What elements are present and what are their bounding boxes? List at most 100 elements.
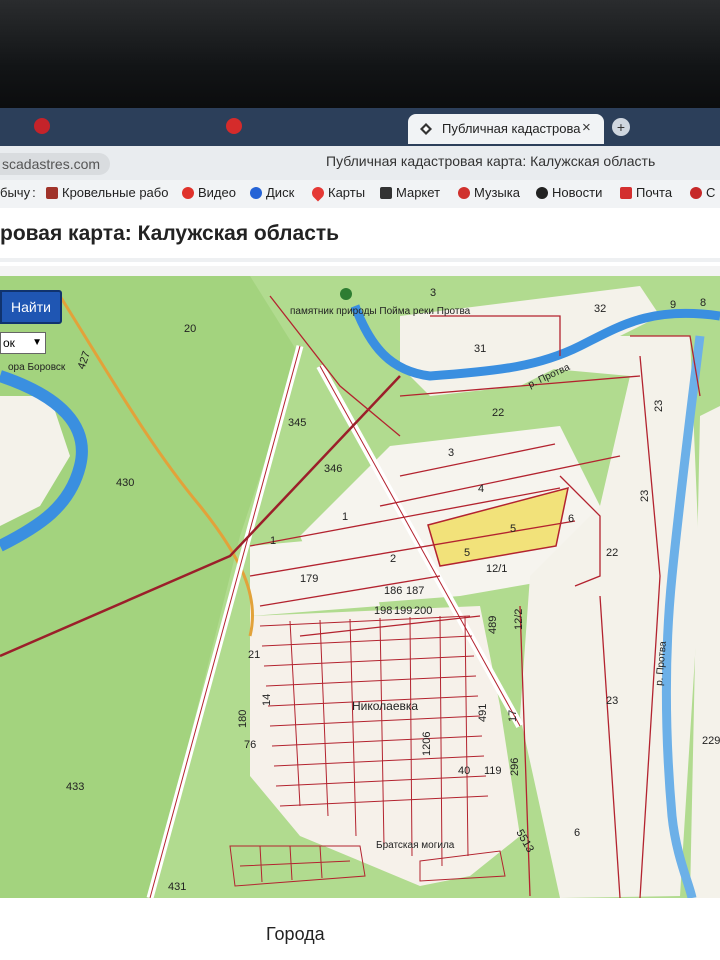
map-canvas[interactable]: 20 32 31 22 23 23 23 345 346 3 4 5 5 6 2… [0,276,720,898]
tab-bar: Публичная кадастрова × + [0,108,720,146]
parcel-label: 12/1 [486,563,507,575]
parcel-label: 489 [487,616,499,634]
parcel-label: 345 [288,417,306,429]
window-title: Публичная кадастровая карта: Калужская о… [326,153,656,169]
divider [0,258,720,262]
parcel-label: 491 [477,704,489,722]
parcel-label: 433 [66,781,84,793]
page-header: ровая карта: Калужская область [0,208,720,266]
parcel-label: 76 [244,739,256,751]
parcel-label: 23 [639,490,651,502]
bookmark-label: Почта [636,185,673,200]
page-title: ровая карта: Калужская область [0,222,340,245]
tab-favicon-icon[interactable] [34,118,50,134]
parcel-label: 3 [448,447,454,459]
bookmark-label: Видео [198,185,236,200]
bookmark-item[interactable]: Музыка [458,185,520,200]
bookmark-label: Диск [266,185,295,200]
parcel-label: 17 [507,710,519,722]
bookmark-item[interactable]: Маркет [380,185,440,200]
mail-icon [620,186,632,199]
chevron-down-icon: ▼ [32,337,42,348]
find-button[interactable]: Найти [0,290,62,324]
bookmark-item[interactable]: Кровельные рабо [46,185,168,200]
bookmark-item[interactable]: С [690,185,715,200]
parcel-label: 430 [116,477,134,489]
parcel-label: 9 [670,299,676,311]
road-label: ора Боровск [8,362,66,373]
parcel-label: 14 [261,694,273,706]
bookmark-item[interactable]: бычу: [0,185,36,200]
parcel-label: 31 [474,343,486,355]
parcel-label: 199 [394,605,412,617]
music-icon [458,186,470,199]
news-icon [536,186,548,199]
page-bottom: Города [0,898,720,960]
parcel-label: 32 [594,303,606,315]
parcel-label: 229 [702,735,720,747]
parcel-label: 1 [342,511,348,523]
parcel-label: 5 [510,523,516,535]
disk-icon [250,186,262,199]
parcel-label: 3 [430,287,436,299]
map-pin-icon [309,184,327,201]
landmark-label: Братская могила [376,840,455,851]
bookmark-item[interactable]: Карты [309,184,366,201]
tab-favicon-icon[interactable] [226,118,242,134]
parcel-label: 6 [574,827,580,839]
close-icon[interactable]: × [582,119,591,136]
parcel-label: 4 [478,483,484,495]
parcel-label: 180 [237,710,249,728]
parcel-label: 179 [300,573,318,585]
parcel-label: 12/2 [513,609,525,630]
cadastral-map[interactable]: 20 32 31 22 23 23 23 345 346 3 4 5 5 6 2… [0,276,720,898]
bookmark-item[interactable]: Новости [536,185,602,200]
parcel-label: 20 [184,323,196,335]
address-bar: scadastres.com Публичная кадастровая кар… [0,146,720,181]
new-tab-button[interactable]: + [612,118,630,136]
select-value: ок [3,336,15,350]
bookmarks-bar: бычу: Кровельные рабо Видео Диск Карты М… [0,180,720,209]
parcel-label: 23 [653,400,665,412]
parcel-label: 119 [484,765,502,777]
settlement-label: Николаевка [352,699,418,713]
layer-select[interactable]: ок ▼ [0,332,46,354]
parcel-label: 198 [374,605,392,617]
browser-window: Публичная кадастрова × + scadastres.com … [0,108,720,960]
bookmark-label: С [706,185,716,200]
bookmark-label: бычу [0,185,31,200]
monument-label: памятник природы Пойма реки Протва [290,306,471,317]
tab-label: Публичная кадастрова [442,121,581,136]
parcel-label: 187 [406,585,424,597]
parcel-label: 200 [414,605,432,617]
parcel-label: 296 [509,758,521,776]
url-field[interactable]: scadastres.com [0,153,111,175]
parcel-label: 40 [458,765,470,777]
bookmark-label: Кровельные рабо [62,185,169,200]
market-icon [380,186,392,199]
bookmark-item[interactable]: Видео [182,185,236,200]
bookmark-item[interactable]: Почта [620,185,672,200]
parcel-label: 21 [248,649,260,661]
bookmark-label: Новости [552,185,603,200]
bookmark-label: Карты [328,185,366,200]
bookmark-label: Маркет [396,185,441,200]
parcel-label: 186 [384,585,402,597]
video-icon [182,186,194,199]
parcel-label: 6 [568,513,574,525]
tab-cadastre[interactable]: Публичная кадастрова × [408,114,604,144]
monument-icon[interactable] [340,288,352,300]
bookmark-label: Музыка [474,185,520,200]
parcel-label: 5 [464,547,470,559]
parcel-label: 8 [700,297,706,309]
parcel-label: 1 [270,535,276,547]
parcel-label: 22 [606,547,618,559]
parcel-label: 2 [390,553,396,565]
parcel-label: 23 [606,695,618,707]
section-title[interactable]: Города [266,924,325,945]
site-icon [46,186,58,199]
parcel-label: 346 [324,463,342,475]
cadastre-favicon-icon [420,123,432,135]
bookmark-item[interactable]: Диск [250,185,294,200]
monitor-bezel [0,0,720,112]
